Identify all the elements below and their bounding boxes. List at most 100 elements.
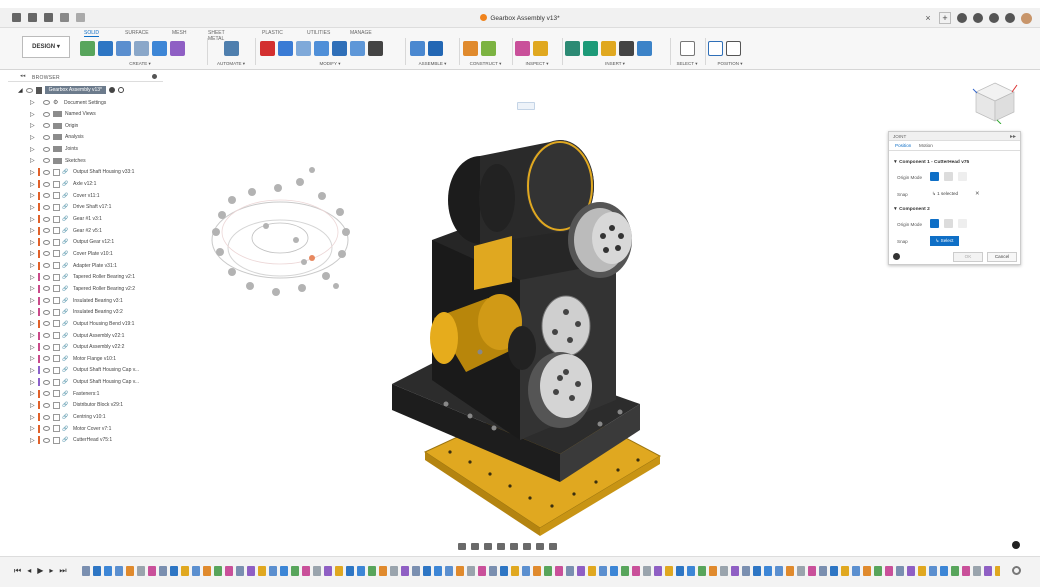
display-settings-button[interactable] <box>517 102 535 110</box>
extensions-icon[interactable] <box>957 13 967 23</box>
timeline-feature-icon[interactable] <box>93 566 101 576</box>
browser-item[interactable]: ▷ 🔗 Insulated Bearing v3:1 <box>30 296 123 305</box>
timeline-feature-icon[interactable] <box>434 566 442 576</box>
zoom-icon[interactable] <box>497 542 505 550</box>
timeline-feature-icon[interactable] <box>665 566 673 576</box>
browser-item[interactable]: ▷ ⚙ Document Settings <box>30 98 106 107</box>
timeline-feature-icon[interactable] <box>104 566 112 576</box>
expand-arrow-icon[interactable]: ▷ <box>30 169 38 176</box>
visibility-eye-icon[interactable] <box>43 402 50 408</box>
timeline-feature-icon[interactable] <box>368 566 376 576</box>
browser-item[interactable]: ▷ 🔗 Output Shaft Housing v33:1 <box>30 168 134 177</box>
browser-item[interactable]: ▷ Analysis <box>30 133 84 142</box>
visibility-eye-icon[interactable] <box>43 251 50 257</box>
revolve-icon[interactable] <box>116 40 131 56</box>
timeline-feature-icon[interactable] <box>192 566 200 576</box>
position-group-label[interactable]: POSITION ▾ <box>708 61 752 67</box>
visibility-eye-icon[interactable] <box>43 169 50 175</box>
grid-settings-icon[interactable] <box>536 542 544 550</box>
timeline-feature-icon[interactable] <box>126 566 134 576</box>
browser-item[interactable]: ▷ 🔗 Axle v12:1 <box>30 180 96 189</box>
workspace-switcher[interactable]: DESIGN ▾ <box>22 36 70 58</box>
expand-arrow-icon[interactable]: ▷ <box>30 355 38 362</box>
go-to-start-icon[interactable]: ⏮ <box>14 566 21 576</box>
revert-position-icon[interactable] <box>726 40 741 56</box>
browser-item[interactable]: ▷ Sketches <box>30 156 86 165</box>
timeline-feature-icon[interactable] <box>610 566 618 576</box>
timeline-feature-icon[interactable] <box>775 566 783 576</box>
browser-item[interactable]: ▷ 🔗 CutterHead v75:1 <box>30 436 112 445</box>
insert-group-label[interactable]: INSERT ▾ <box>565 61 665 67</box>
browser-item[interactable]: ▷ 🔗 Gear #1 v3:1 <box>30 215 102 224</box>
new-component-icon[interactable] <box>410 40 425 56</box>
visibility-eye-icon[interactable] <box>43 216 50 222</box>
tab-solid[interactable]: SOLID <box>84 30 100 37</box>
insert-canvas-icon[interactable] <box>637 40 652 56</box>
visibility-eye-icon[interactable] <box>43 333 50 338</box>
options-icon[interactable] <box>117 87 124 93</box>
browser-item[interactable]: ▷ Origin <box>30 121 78 130</box>
timeline-feature-icon[interactable] <box>698 566 706 576</box>
visibility-eye-icon[interactable] <box>43 181 50 187</box>
timeline-feature-icon[interactable] <box>533 566 541 576</box>
visibility-eye-icon[interactable] <box>43 286 50 292</box>
timeline-feature-icon[interactable] <box>500 566 508 576</box>
expand-arrow-icon[interactable]: ▷ <box>30 239 38 246</box>
look-at-icon[interactable] <box>471 542 479 550</box>
timeline-feature-icon[interactable] <box>808 566 816 576</box>
timeline-feature-icon[interactable] <box>731 566 739 576</box>
expand-arrow-icon[interactable]: ▷ <box>30 367 38 374</box>
construct-group-label[interactable]: CONSTRUCT ▾ <box>463 61 508 67</box>
browser-item[interactable]: ▷ 🔗 Motor Flange v10:1 <box>30 354 116 363</box>
visibility-eye-icon[interactable] <box>25 87 33 93</box>
shell-icon[interactable] <box>332 40 347 56</box>
timeline-feature-icon[interactable] <box>863 566 871 576</box>
job-status-icon[interactable] <box>973 13 983 23</box>
expand-arrow-icon[interactable]: ▷ <box>30 379 38 386</box>
visibility-eye-icon[interactable] <box>43 263 50 269</box>
expand-arrow-icon[interactable]: ▷ <box>30 192 38 199</box>
timeline-feature-icon[interactable] <box>786 566 794 576</box>
display-settings-icon[interactable] <box>523 542 531 550</box>
measure-icon[interactable] <box>515 40 530 56</box>
move-icon[interactable] <box>368 40 383 56</box>
insert-decal-icon[interactable] <box>583 40 598 56</box>
expand-arrow-icon[interactable]: ▷ <box>30 122 38 129</box>
browser-item[interactable]: ▷ 🔗 Distributor Block v29:1 <box>30 401 123 410</box>
timeline-feature-icon[interactable] <box>995 566 1000 576</box>
viewports-icon[interactable] <box>549 542 557 550</box>
timeline-feature-icon[interactable] <box>599 566 607 576</box>
insert-derive-icon[interactable] <box>565 40 580 56</box>
modify-group-label[interactable]: MODIFY ▾ <box>260 61 400 67</box>
create-form-icon[interactable] <box>170 40 185 56</box>
inspect-group-label[interactable]: INSPECT ▾ <box>515 61 559 67</box>
create-group-label[interactable]: CREATE ▾ <box>80 61 200 67</box>
expand-arrow-icon[interactable]: ▷ <box>30 390 38 397</box>
timeline-feature-icon[interactable] <box>247 566 255 576</box>
expand-arrow-icon[interactable]: ▷ <box>30 181 38 188</box>
select-icon[interactable] <box>679 40 695 56</box>
timeline-feature-icon[interactable] <box>951 566 959 576</box>
browser-item[interactable]: ▷ 🔗 Tapered Roller Bearing v2:1 <box>30 273 135 282</box>
browser-item[interactable]: ▷ 🔗 Motor Cover v7:1 <box>30 424 111 433</box>
expand-arrow-icon[interactable]: ▷ <box>30 250 38 257</box>
browser-root-node[interactable]: ◢ Gearbox Assembly v13* <box>18 85 124 95</box>
browser-item[interactable]: ▷ 🔗 Output Shaft Housing Cap v... <box>30 378 139 387</box>
tab-plastic[interactable]: PLASTIC <box>262 30 283 36</box>
timeline-feature-icon[interactable] <box>236 566 244 576</box>
timeline-feature-icon[interactable] <box>390 566 398 576</box>
timeline-feature-icon[interactable] <box>709 566 717 576</box>
visibility-eye-icon[interactable] <box>43 158 50 164</box>
visibility-eye-icon[interactable] <box>43 193 50 199</box>
origin-mode-between-button-2[interactable] <box>944 219 953 228</box>
ok-button[interactable]: OK <box>953 252 983 262</box>
expand-arrow-icon[interactable]: ▷ <box>30 227 38 234</box>
timeline-feature-icon[interactable] <box>643 566 651 576</box>
tab-position[interactable]: Position <box>895 143 911 148</box>
timeline-feature-icon[interactable] <box>962 566 970 576</box>
visibility-eye-icon[interactable] <box>43 100 50 105</box>
expand-arrow-icon[interactable]: ▷ <box>30 262 38 269</box>
timeline-feature-icon[interactable] <box>577 566 585 576</box>
timeline-feature-icon[interactable] <box>522 566 530 576</box>
clear-selection-icon[interactable]: ✕ <box>975 191 980 197</box>
